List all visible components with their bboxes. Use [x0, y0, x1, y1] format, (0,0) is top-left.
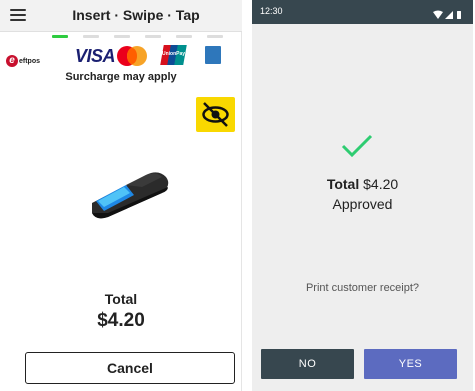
- surcharge-note: Surcharge may apply: [65, 71, 177, 83]
- status-bar: 12:30: [252, 0, 473, 24]
- total-label: Total: [104, 291, 138, 307]
- wifi-icon: [433, 10, 443, 19]
- eftpos-logo: e eftpos: [6, 50, 40, 72]
- total-amount: $4.20: [97, 310, 145, 331]
- status-icons: [433, 7, 463, 19]
- step-indicator-bar: [207, 35, 223, 38]
- no-button[interactable]: NO: [261, 349, 354, 379]
- header-title: Insert · Swipe · Tap: [72, 7, 200, 23]
- print-receipt-prompt: Print customer receipt?: [305, 282, 420, 294]
- header-bar: Insert · Swipe · Tap: [0, 0, 242, 32]
- eye-slash-icon[interactable]: [196, 97, 235, 132]
- approved-status: Approved: [332, 196, 393, 212]
- payment-screen: Insert · Swipe · Tap e eftpos VISA Union…: [0, 0, 242, 391]
- unionpay-logo: UnionPay: [160, 45, 187, 65]
- battery-icon: [457, 11, 461, 19]
- step-indicator-bar: [83, 35, 99, 38]
- status-time: 12:30: [260, 6, 283, 16]
- cancel-button[interactable]: Cancel: [25, 352, 235, 384]
- mastercard-logo: [117, 46, 147, 66]
- step-indicator-bar: [52, 35, 68, 38]
- yes-button[interactable]: YES: [364, 349, 457, 379]
- visa-logo: VISA: [75, 46, 116, 66]
- hamburger-menu-icon[interactable]: [10, 8, 26, 22]
- step-indicator-bar: [176, 35, 192, 38]
- approved-total-label: Total: [326, 176, 360, 192]
- card-logos: e eftpos VISA UnionPay: [0, 44, 242, 68]
- step-indicator-bar: [145, 35, 161, 38]
- step-indicator-bar: [114, 35, 130, 38]
- approval-screen: 12:30 Total $4.20 Approved Print custome…: [252, 0, 473, 391]
- checkmark-icon: [340, 132, 374, 160]
- signal-icon: [445, 11, 453, 19]
- amex-logo: [205, 46, 221, 64]
- approved-total: Total $4.20: [252, 176, 473, 192]
- payment-terminal-icon: [86, 165, 176, 220]
- approved-total-amount: $4.20: [363, 176, 399, 192]
